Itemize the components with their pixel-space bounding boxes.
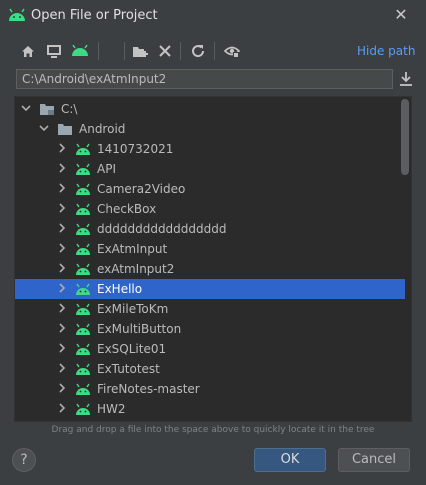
cancel-button[interactable]: Cancel (338, 448, 410, 472)
tree-item-label: exAtmInput2 (97, 262, 175, 276)
tree-item-label: ExAtmInput (97, 242, 168, 256)
tree-item-label: Camera2Video (97, 182, 186, 196)
delete-icon[interactable] (155, 42, 175, 60)
android-icon (76, 363, 90, 375)
tree-item-project[interactable]: API (15, 159, 405, 179)
tree-item-project[interactable]: 1410732021 (15, 139, 405, 159)
tree-item-project[interactable]: HW2 (15, 399, 405, 419)
ok-button[interactable]: OK (254, 448, 326, 472)
desktop-icon[interactable] (44, 42, 64, 60)
android-icon (76, 223, 90, 235)
tree-item-project[interactable]: exAtmInput2 (15, 259, 405, 279)
android-icon (76, 263, 90, 275)
tree-item-folder[interactable]: Android (15, 119, 405, 139)
chevron-right-icon[interactable] (57, 243, 67, 253)
refresh-icon[interactable] (188, 42, 208, 60)
show-hidden-icon[interactable] (222, 42, 242, 60)
android-icon (76, 383, 90, 395)
chevron-right-icon[interactable] (57, 383, 67, 393)
android-icon (76, 343, 90, 355)
android-icon (76, 183, 90, 195)
tree-item-label: CheckBox (97, 202, 157, 216)
toolbar-separator (124, 42, 125, 60)
chevron-right-icon[interactable] (57, 303, 67, 313)
toolbar-separator (214, 42, 215, 60)
chevron-right-icon[interactable] (57, 223, 67, 233)
android-icon (76, 283, 90, 295)
chevron-right-icon[interactable] (57, 143, 67, 153)
tree-item-label: Android (79, 122, 126, 136)
android-icon (9, 8, 25, 21)
home-icon[interactable] (18, 42, 38, 60)
chevron-down-icon[interactable] (39, 123, 49, 133)
android-project-icon[interactable] (70, 42, 90, 60)
tree-item-folder[interactable]: C:\ (15, 99, 405, 119)
tree-item-project[interactable]: Camera2Video (15, 179, 405, 199)
hide-path-link[interactable]: Hide path (357, 44, 415, 58)
android-icon (76, 243, 90, 255)
chevron-right-icon[interactable] (57, 323, 67, 333)
tree-item-project[interactable]: CheckBox (15, 199, 405, 219)
tree-item-label: ddddddddddddddddd (97, 222, 227, 236)
android-icon (76, 303, 90, 315)
window-title: Open File or Project (31, 8, 158, 23)
android-icon (76, 163, 90, 175)
tree-item-label: ExSQLite01 (97, 342, 167, 356)
tree-item-label: 1410732021 (97, 142, 174, 156)
chevron-down-icon[interactable] (21, 103, 31, 113)
chevron-right-icon[interactable] (57, 183, 67, 193)
tree-item-label: HW2 (97, 402, 126, 416)
android-icon (76, 203, 90, 215)
chevron-right-icon[interactable] (57, 263, 67, 273)
toolbar-separator (98, 42, 99, 60)
chevron-right-icon[interactable] (57, 163, 67, 173)
tree-item-label: C:\ (61, 102, 78, 116)
tree-item-project[interactable]: ddddddddddddddddd (15, 219, 405, 239)
tree-item-project[interactable]: ExMultiButton (15, 319, 405, 339)
folder-icon (58, 124, 72, 135)
tree-item-project[interactable]: ExHello (15, 279, 405, 299)
tree-item-label: ExTutotest (97, 362, 160, 376)
help-button[interactable]: ? (12, 448, 36, 472)
drive-icon (40, 104, 54, 115)
android-icon (76, 143, 90, 155)
tree-item-label: API (97, 162, 116, 176)
close-icon[interactable]: ✕ (392, 6, 410, 24)
android-icon (76, 323, 90, 335)
tree-item-project[interactable]: ExSQLite01 (15, 339, 405, 359)
tree-item-project[interactable]: ExAtmInput (15, 239, 405, 259)
tree-item-project[interactable]: ExMileToKm (15, 299, 405, 319)
drag-drop-hint: Drag and drop a file into the space abov… (51, 425, 375, 435)
tree-scrollbar[interactable] (401, 99, 409, 175)
chevron-right-icon[interactable] (57, 343, 67, 353)
android-icon (76, 403, 90, 415)
chevron-right-icon[interactable] (57, 363, 67, 373)
path-input-value[interactable]: C:\Android\exAtmInput2 (22, 72, 166, 86)
chevron-right-icon[interactable] (57, 403, 67, 413)
tree-item-project[interactable]: ExTutotest (15, 359, 405, 379)
new-folder-icon[interactable] (130, 42, 150, 60)
chevron-right-icon[interactable] (57, 203, 67, 213)
tree-item-label: ExMultiButton (97, 322, 182, 336)
tree-item-label: ExMileToKm (97, 302, 169, 316)
file-tree[interactable]: C:\ Android 1410732021 API Camera2Video Check… (14, 96, 412, 422)
tree-item-label: FireNotes-master (97, 382, 200, 396)
toolbar-separator (180, 42, 181, 60)
chevron-right-icon[interactable] (57, 283, 67, 293)
download-icon[interactable] (398, 70, 414, 88)
tree-item-label: ExHello (97, 282, 143, 296)
tree-item-project[interactable]: FireNotes-master (15, 379, 405, 399)
